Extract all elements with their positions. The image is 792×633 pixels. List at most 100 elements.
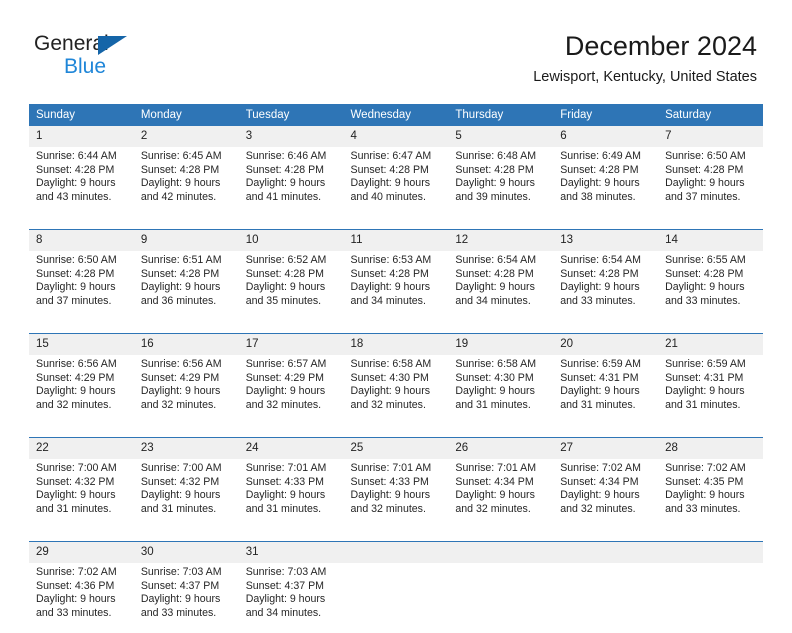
daylight-text-line1: Daylight: 9 hours [245,593,326,606]
day-number[interactable]: 26 [448,437,554,459]
day-cell[interactable]: Sunrise: 6:51 AM Sunset: 4:28 PM Dayligh… [133,251,239,321]
day-cell[interactable]: Sunrise: 6:58 AM Sunset: 4:30 PM Dayligh… [343,355,449,425]
day-number[interactable]: 10 [238,229,344,251]
day-number[interactable]: 29 [29,541,134,563]
weekday-header-tuesday: Tuesday [238,104,344,126]
day-number[interactable]: 14 [658,229,763,251]
day-cell[interactable]: Sunrise: 6:52 AM Sunset: 4:28 PM Dayligh… [238,251,344,321]
sunset-text: Sunset: 4:28 PM [665,163,744,176]
day-number[interactable]: 16 [133,333,239,355]
day-cell[interactable]: Sunrise: 6:59 AM Sunset: 4:31 PM Dayligh… [553,355,659,425]
day-cell[interactable]: Sunrise: 6:47 AM Sunset: 4:28 PM Dayligh… [343,147,449,217]
day-cell[interactable]: Sunrise: 7:00 AM Sunset: 4:32 PM Dayligh… [133,459,239,529]
week-2-detail-row: Sunrise: 6:50 AM Sunset: 4:28 PM Dayligh… [29,251,763,321]
day-number[interactable]: 5 [448,126,554,147]
sunrise-text: Sunrise: 6:50 AM [665,150,746,162]
day-number[interactable]: 15 [29,333,134,355]
day-cell[interactable]: Sunrise: 6:58 AM Sunset: 4:30 PM Dayligh… [448,355,554,425]
sunset-text: Sunset: 4:28 PM [245,163,325,176]
sunrise-text: Sunrise: 6:52 AM [245,254,327,266]
day-cell[interactable]: Sunrise: 7:02 AM Sunset: 4:35 PM Dayligh… [658,459,763,529]
weekday-header-friday: Friday [553,104,659,126]
day-number[interactable]: 24 [238,437,344,459]
day-cell[interactable]: Sunrise: 6:48 AM Sunset: 4:28 PM Dayligh… [448,147,554,217]
day-cell[interactable]: Sunrise: 7:03 AM Sunset: 4:37 PM Dayligh… [133,563,239,633]
day-cell[interactable]: Sunrise: 6:54 AM Sunset: 4:28 PM Dayligh… [448,251,554,321]
day-number[interactable]: 21 [658,333,763,355]
daylight-text-line1: Daylight: 9 hours [36,281,116,294]
weekday-header-wednesday: Wednesday [343,104,449,126]
sunrise-text: Sunrise: 7:03 AM [140,566,222,578]
weekday-header-row: Sunday Monday Tuesday Wednesday Thursday… [29,104,763,126]
day-cell[interactable]: Sunrise: 7:01 AM Sunset: 4:33 PM Dayligh… [343,459,449,529]
daylight-text-line2: and 32 minutes. [455,502,531,515]
day-number[interactable]: 4 [343,126,449,147]
day-cell[interactable]: Sunrise: 7:01 AM Sunset: 4:34 PM Dayligh… [448,459,554,529]
day-cell[interactable]: Sunrise: 6:45 AM Sunset: 4:28 PM Dayligh… [133,147,239,217]
day-cell[interactable]: Sunrise: 7:00 AM Sunset: 4:32 PM Dayligh… [29,459,134,529]
day-number[interactable]: 11 [343,229,449,251]
daylight-text-line1: Daylight: 9 hours [36,385,116,398]
day-cell[interactable]: Sunrise: 6:44 AM Sunset: 4:28 PM Dayligh… [29,147,134,217]
day-number[interactable]: 20 [553,333,659,355]
day-number[interactable]: 7 [658,126,763,147]
day-number[interactable]: 2 [133,126,239,147]
daylight-text-line2: and 31 minutes. [560,398,636,411]
week-5-daynum-row: 29 30 31 [29,541,763,563]
daylight-text-line2: and 32 minutes. [36,398,112,411]
daylight-text-line1: Daylight: 9 hours [36,593,116,606]
sunrise-text: Sunrise: 6:50 AM [36,254,117,266]
day-cell[interactable]: Sunrise: 6:49 AM Sunset: 4:28 PM Dayligh… [553,147,659,217]
day-cell[interactable]: Sunrise: 6:50 AM Sunset: 4:28 PM Dayligh… [29,251,134,321]
day-cell[interactable]: Sunrise: 7:03 AM Sunset: 4:37 PM Dayligh… [238,563,344,633]
day-number[interactable]: 17 [238,333,344,355]
week-4-detail-row: Sunrise: 7:00 AM Sunset: 4:32 PM Dayligh… [29,459,763,529]
day-number[interactable]: 19 [448,333,554,355]
daylight-text-line2: and 42 minutes. [140,190,217,203]
sunrise-text: Sunrise: 7:00 AM [36,462,117,474]
day-number[interactable]: 1 [29,126,134,147]
day-cell[interactable]: Sunrise: 6:55 AM Sunset: 4:28 PM Dayligh… [658,251,763,321]
day-number[interactable]: 25 [343,437,449,459]
day-number[interactable]: 23 [133,437,239,459]
sunset-text: Sunset: 4:30 PM [350,371,429,384]
sunset-text: Sunset: 4:34 PM [455,475,534,488]
day-number[interactable]: 27 [553,437,659,459]
day-number[interactable]: 9 [133,229,239,251]
day-number[interactable]: 6 [553,126,659,147]
day-number[interactable]: 13 [553,229,659,251]
day-number[interactable]: 18 [343,333,449,355]
daylight-text-line1: Daylight: 9 hours [350,177,431,190]
day-cell[interactable]: Sunrise: 6:59 AM Sunset: 4:31 PM Dayligh… [658,355,763,425]
day-cell[interactable]: Sunrise: 6:57 AM Sunset: 4:29 PM Dayligh… [238,355,344,425]
daylight-text-line1: Daylight: 9 hours [455,489,535,502]
daylight-text-line1: Daylight: 9 hours [245,281,326,294]
sunrise-text: Sunrise: 7:02 AM [36,566,117,578]
day-cell[interactable]: Sunrise: 6:50 AM Sunset: 4:28 PM Dayligh… [658,147,763,217]
daylight-text-line2: and 34 minutes. [245,606,322,619]
day-number[interactable]: 30 [133,541,239,563]
day-cell[interactable]: Sunrise: 7:01 AM Sunset: 4:33 PM Dayligh… [238,459,344,529]
sunset-text: Sunset: 4:28 PM [140,267,220,280]
day-cell[interactable]: Sunrise: 7:02 AM Sunset: 4:36 PM Dayligh… [29,563,134,633]
day-cell[interactable]: Sunrise: 6:56 AM Sunset: 4:29 PM Dayligh… [29,355,134,425]
day-cell[interactable]: Sunrise: 6:53 AM Sunset: 4:28 PM Dayligh… [343,251,449,321]
day-number[interactable]: 3 [238,126,344,147]
sunrise-text: Sunrise: 6:45 AM [140,150,222,162]
day-cell[interactable]: Sunrise: 6:46 AM Sunset: 4:28 PM Dayligh… [238,147,344,217]
day-cell-empty [448,563,554,633]
week-1-detail-row: Sunrise: 6:44 AM Sunset: 4:28 PM Dayligh… [29,147,763,217]
day-number[interactable]: 22 [29,437,134,459]
day-number[interactable]: 12 [448,229,554,251]
day-cell[interactable]: Sunrise: 6:56 AM Sunset: 4:29 PM Dayligh… [133,355,239,425]
daylight-text-line2: and 38 minutes. [560,190,636,203]
daylight-text-line1: Daylight: 9 hours [140,593,221,606]
sunset-text: Sunset: 4:28 PM [36,163,115,176]
day-cell[interactable]: Sunrise: 7:02 AM Sunset: 4:34 PM Dayligh… [553,459,659,529]
day-number[interactable]: 28 [658,437,763,459]
day-number[interactable]: 8 [29,229,134,251]
week-5-detail-row: Sunrise: 7:02 AM Sunset: 4:36 PM Dayligh… [29,563,763,633]
day-number[interactable]: 31 [238,541,344,563]
day-cell[interactable]: Sunrise: 6:54 AM Sunset: 4:28 PM Dayligh… [553,251,659,321]
sunrise-text: Sunrise: 6:53 AM [350,254,432,266]
